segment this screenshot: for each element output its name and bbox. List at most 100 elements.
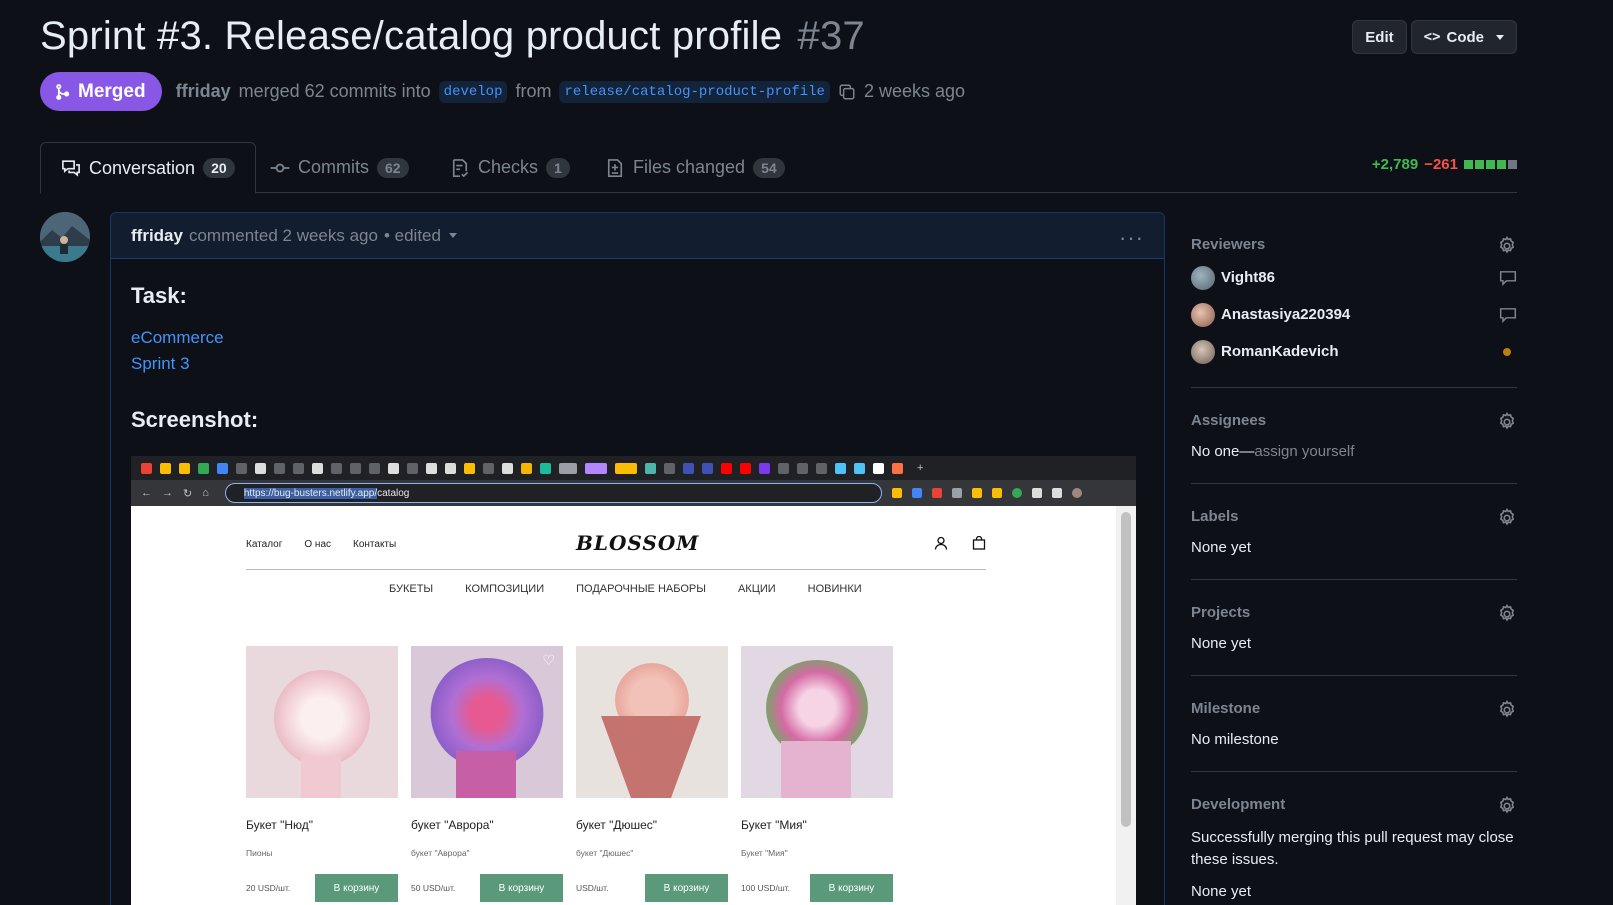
reviewer-item[interactable]: RomanKadevich bbox=[1191, 333, 1517, 370]
product-image bbox=[246, 646, 398, 798]
from-text: from bbox=[515, 81, 552, 101]
chevron-down-icon[interactable] bbox=[448, 233, 457, 238]
diffstat-additions: +2,789 bbox=[1371, 156, 1419, 173]
status-badge: Merged bbox=[40, 72, 162, 111]
pull-request-page: Sprint #3. Release/catalog product profi… bbox=[0, 0, 1613, 905]
comment-icon bbox=[1499, 271, 1517, 286]
milestone-title[interactable]: Milestone bbox=[1191, 676, 1517, 717]
task-links: eCommerce Sprint 3 bbox=[131, 325, 1144, 377]
product-image bbox=[741, 646, 893, 798]
catalog-page-preview: Каталог О нас Контакты BLOSSOM БУКЕТЫ КО… bbox=[131, 506, 1116, 905]
bag-icon bbox=[972, 536, 986, 550]
url-selected: https://bug-busters.netlify.app/ bbox=[243, 487, 378, 499]
task-heading: Task: bbox=[131, 283, 187, 308]
cat-bouquets: БУКЕТЫ bbox=[389, 583, 434, 595]
site-divider bbox=[246, 569, 986, 570]
product-price: 20 USD/шт. bbox=[246, 883, 291, 893]
copy-icon[interactable] bbox=[838, 83, 856, 101]
product-subtitle: Пионы bbox=[246, 848, 273, 858]
product-card: ♡ букет "Аврора" букет "Аврора" 50 USD/ш… bbox=[411, 646, 563, 902]
product-card: Букет "Мия" Букет "Мия" 100 USD/шт. В кор… bbox=[741, 646, 893, 902]
chevron-down-icon bbox=[1496, 34, 1504, 40]
reviewer-item[interactable]: Anastasiya220394 bbox=[1191, 296, 1517, 333]
reviewer-name: Vight86 bbox=[1221, 269, 1275, 286]
add-to-cart-button: В корзину bbox=[645, 874, 728, 902]
comment-body: Task: eCommerce Sprint 3 Screenshot: bbox=[111, 283, 1164, 433]
site-nav-catalog: Каталог bbox=[246, 539, 283, 550]
gear-icon[interactable] bbox=[1497, 508, 1517, 528]
tab-conversation[interactable]: Conversation 20 bbox=[40, 142, 256, 194]
file-diff-icon bbox=[607, 158, 623, 177]
avatar[interactable] bbox=[40, 212, 90, 262]
gear-icon[interactable] bbox=[1497, 604, 1517, 624]
checklist-icon bbox=[452, 158, 469, 177]
site-nav-about: О нас bbox=[304, 539, 331, 550]
site-logo: BLOSSOM bbox=[576, 531, 700, 555]
gear-icon[interactable] bbox=[1497, 700, 1517, 720]
labels-value: None yet bbox=[1191, 539, 1252, 556]
tab-files-changed[interactable]: Files changed 54 bbox=[585, 142, 805, 193]
merge-action-text: merged 62 commits into bbox=[238, 81, 431, 101]
product-name: Букет "Нюд" bbox=[246, 818, 314, 832]
link-ecommerce[interactable]: eCommerce bbox=[131, 325, 1144, 351]
development-text: Successfully merging this pull request m… bbox=[1191, 829, 1514, 868]
assignees-none: No one— bbox=[1191, 443, 1255, 460]
code-button[interactable]: <> Code bbox=[1410, 20, 1517, 54]
user-icon bbox=[934, 536, 948, 550]
labels-title[interactable]: Labels bbox=[1191, 484, 1517, 525]
development-value: None yet bbox=[1191, 883, 1252, 900]
projects-value: None yet bbox=[1191, 635, 1252, 652]
base-branch[interactable]: develop bbox=[438, 80, 508, 103]
product-subtitle: букет "Аврора" bbox=[411, 848, 470, 858]
avatar-image bbox=[40, 212, 90, 262]
assignees-value: No one—assign yourself bbox=[1191, 443, 1517, 460]
header-actions: Edit <> Code bbox=[1352, 20, 1517, 54]
page-title: Sprint #3. Release/catalog product profi… bbox=[40, 14, 865, 59]
sidebar-assignees: Assignees No one—assign yourself bbox=[1191, 388, 1517, 484]
code-icon: <> bbox=[1423, 29, 1441, 45]
product-name: Букет "Мия" bbox=[741, 818, 807, 832]
comment-author[interactable]: ffriday bbox=[131, 226, 183, 246]
pr-title-text: Sprint #3. Release/catalog product profi… bbox=[40, 14, 783, 58]
heart-icon: ♡ bbox=[542, 652, 555, 668]
pr-number: #37 bbox=[797, 14, 865, 58]
sidebar-projects: Projects None yet bbox=[1191, 580, 1517, 676]
tab-commits-label: Commits bbox=[298, 157, 369, 177]
assignees-title[interactable]: Assignees bbox=[1191, 388, 1517, 429]
edited-dropdown[interactable]: • edited bbox=[384, 226, 441, 246]
tab-checks[interactable]: Checks 1 bbox=[430, 142, 590, 193]
edit-button[interactable]: Edit bbox=[1352, 20, 1407, 54]
cat-new: НОВИНКИ bbox=[807, 583, 862, 595]
sidebar-milestone: Milestone No milestone bbox=[1191, 676, 1517, 772]
projects-title[interactable]: Projects bbox=[1191, 580, 1517, 621]
tab-files-count: 54 bbox=[753, 157, 785, 178]
link-sprint-3[interactable]: Sprint 3 bbox=[131, 351, 1144, 377]
gear-icon[interactable] bbox=[1497, 412, 1517, 432]
diffstat: +2,789 −261 bbox=[1372, 156, 1517, 173]
pending-review-dot bbox=[1503, 348, 1511, 356]
commit-icon bbox=[270, 163, 290, 172]
back-icon: ← bbox=[141, 487, 152, 499]
conversation-icon bbox=[62, 160, 80, 177]
tab-conversation-label: Conversation bbox=[89, 157, 196, 178]
reviewer-item[interactable]: Vight86 bbox=[1191, 259, 1517, 296]
add-to-cart-button: В корзину bbox=[480, 874, 563, 902]
gear-icon[interactable] bbox=[1497, 796, 1517, 816]
reviewers-title[interactable]: Reviewers bbox=[1191, 224, 1517, 253]
tab-commits[interactable]: Commits 62 bbox=[250, 142, 429, 193]
screenshot-scrollbar bbox=[1116, 506, 1136, 905]
assign-yourself-link[interactable]: assign yourself bbox=[1254, 443, 1354, 460]
reload-icon: ↻ bbox=[183, 487, 193, 500]
head-branch[interactable]: release/catalog-product-profile bbox=[559, 80, 830, 103]
forward-icon: → bbox=[162, 487, 173, 499]
development-title[interactable]: Development bbox=[1191, 772, 1517, 813]
site-categories: БУКЕТЫ КОМПОЗИЦИИ ПОДАРОЧНЫЕ НАБОРЫ АКЦИ… bbox=[389, 583, 862, 595]
edit-button-label: Edit bbox=[1365, 28, 1394, 46]
gear-icon[interactable] bbox=[1497, 236, 1517, 256]
pr-author-link[interactable]: ffriday bbox=[176, 81, 231, 102]
pr-meta: Merged ffriday merged 62 commits into de… bbox=[40, 72, 965, 111]
embedded-screenshot: + ← → ↻ ⌂ https://bug-busters.netlify.ap… bbox=[131, 456, 1136, 905]
reviewer-name: RomanKadevich bbox=[1221, 343, 1339, 360]
kebab-menu-icon[interactable]: ··· bbox=[1119, 225, 1144, 251]
comment-header: ffriday commented 2 weeks ago • edited ·… bbox=[111, 213, 1164, 259]
